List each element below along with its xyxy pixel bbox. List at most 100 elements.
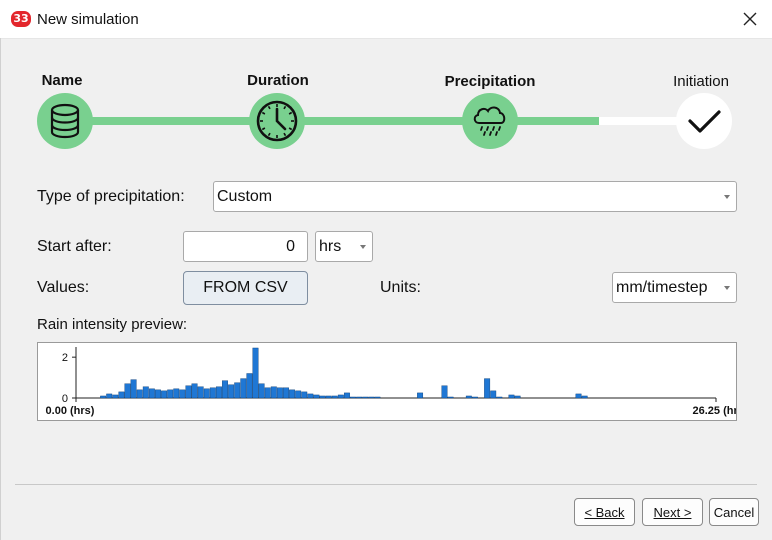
- rain-bar: [148, 388, 155, 399]
- rain-intensity-chart: 2 00.00 (hrs) 26.25 (hrs): [37, 342, 737, 421]
- rain-bar: [130, 379, 137, 399]
- rain-bar: [374, 396, 381, 399]
- next-button-label: Next >: [653, 504, 692, 520]
- rain-bar: [100, 395, 107, 399]
- rain-bar: [319, 395, 326, 399]
- rain-bar: [276, 387, 283, 399]
- rain-bar: [417, 392, 424, 399]
- rain-bar: [465, 395, 472, 399]
- rain-bar: [575, 393, 582, 399]
- step-track-done: [65, 117, 599, 125]
- rain-bar: [301, 391, 308, 399]
- units-value: mm/timestep: [616, 278, 708, 296]
- y-tick-label: 2: [62, 352, 68, 364]
- x-tick-label: 26.25 (hrs): [692, 405, 737, 417]
- rain-bar: [270, 386, 277, 399]
- units-select[interactable]: mm/timestep: [612, 272, 737, 303]
- step-duration[interactable]: [249, 93, 305, 149]
- chevron-down-icon: [724, 194, 730, 199]
- cancel-button-label: Cancel: [713, 504, 755, 520]
- precip-type-value: Custom: [217, 187, 273, 205]
- rain-bar: [240, 378, 247, 399]
- rain-bar: [441, 385, 448, 399]
- footer-divider: [15, 484, 757, 485]
- rain-bar: [173, 388, 180, 399]
- cancel-button[interactable]: Cancel: [709, 498, 759, 526]
- step-label-duration: Duration: [247, 72, 309, 89]
- rain-bar: [295, 390, 302, 399]
- step-label-precipitation: Precipitation: [444, 73, 536, 90]
- rain-bar: [179, 389, 186, 399]
- rain-intensity-chart-svg: 2 00.00 (hrs) 26.25 (hrs): [46, 347, 737, 417]
- rain-bar: [447, 396, 454, 399]
- window-left-border: [0, 38, 1, 540]
- clock-icon: [256, 100, 298, 142]
- step-label-name: Name: [41, 72, 83, 89]
- back-button[interactable]: < Back: [574, 498, 635, 526]
- chevron-down-icon: [724, 285, 730, 290]
- x-tick-label: 0.00 (hrs): [46, 405, 95, 417]
- rain-bar: [471, 396, 478, 399]
- rain-bar: [343, 392, 350, 399]
- rain-bar: [325, 395, 332, 399]
- next-button[interactable]: Next >: [642, 498, 703, 526]
- start-after-unit-select[interactable]: hrs: [315, 231, 373, 262]
- step-initiation[interactable]: [676, 93, 732, 149]
- values-label: Values:: [37, 279, 90, 296]
- rain-bar: [155, 389, 161, 399]
- app-logo-icon: 33: [11, 11, 31, 27]
- rain-bar: [118, 391, 125, 399]
- rain-bar: [337, 394, 344, 399]
- units-label: Units:: [380, 279, 421, 296]
- rain-bar: [185, 385, 192, 399]
- rain-bar: [136, 389, 143, 399]
- rain-bar: [258, 383, 265, 399]
- rain-bar: [368, 396, 375, 399]
- rain-bar: [112, 394, 119, 399]
- close-icon: [743, 12, 757, 26]
- precip-type-select[interactable]: Custom: [213, 181, 737, 212]
- rain-bar: [496, 396, 503, 399]
- start-after-label: Start after:: [37, 238, 112, 255]
- rain-bar: [191, 383, 198, 399]
- rain-bar: [197, 386, 204, 399]
- rain-bar: [228, 384, 235, 399]
- rain-bar: [356, 396, 363, 399]
- rain-bar: [167, 389, 174, 399]
- step-name[interactable]: [37, 93, 93, 149]
- rain-bar: [490, 390, 497, 399]
- rain-bar: [331, 395, 338, 399]
- rain-bar: [252, 347, 259, 399]
- from-csv-button[interactable]: FROM CSV: [183, 271, 308, 305]
- rain-bar: [508, 394, 515, 399]
- window-title: New simulation: [37, 11, 139, 28]
- checkmark-icon: [688, 110, 721, 133]
- rain-cloud-icon: [473, 106, 506, 136]
- database-icon: [50, 103, 80, 139]
- rain-bar: [234, 382, 241, 399]
- rain-bar: [215, 386, 222, 399]
- start-after-unit-value: hrs: [319, 237, 342, 255]
- rain-bar: [264, 387, 271, 399]
- rain-bar: [307, 393, 314, 399]
- rain-bar: [142, 386, 149, 399]
- close-button[interactable]: [728, 0, 772, 38]
- rain-bar: [209, 387, 216, 399]
- rain-bar: [362, 396, 369, 399]
- rain-bar: [289, 389, 296, 399]
- rain-bar: [581, 395, 588, 399]
- rain-bar: [246, 373, 253, 399]
- rain-bar: [124, 383, 131, 399]
- rain-bar: [283, 387, 289, 399]
- title-bar: 33 New simulation: [0, 0, 772, 39]
- rain-bar: [350, 396, 356, 399]
- rain-bar: [222, 380, 228, 399]
- rain-bar: [514, 395, 521, 399]
- rain-bar: [203, 388, 210, 399]
- preview-label: Rain intensity preview:: [37, 316, 188, 333]
- start-after-input[interactable]: 0: [183, 231, 308, 262]
- y-tick-label: 0: [62, 393, 68, 405]
- rain-bar: [106, 393, 113, 399]
- precip-type-label: Type of precipitation:: [37, 188, 185, 205]
- step-precipitation[interactable]: [462, 93, 518, 149]
